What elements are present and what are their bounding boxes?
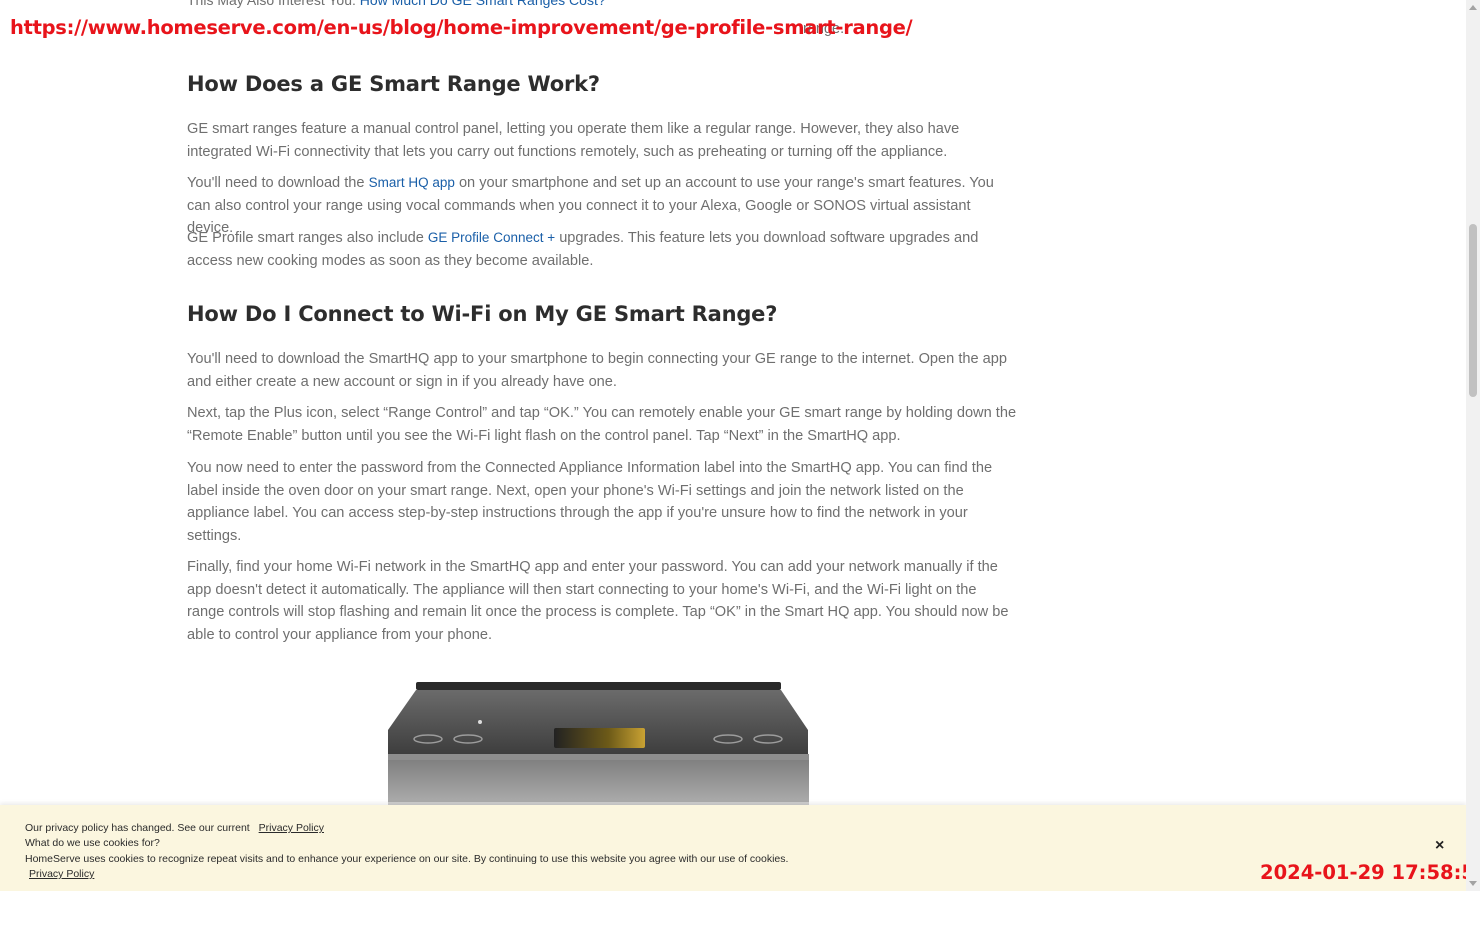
ge-profile-connect-link[interactable]: GE Profile Connect + <box>428 230 555 245</box>
section-heading-wifi: How Do I Connect to Wi-Fi on My GE Smart… <box>187 302 778 326</box>
cookie-policy-line: Our privacy policy has changed. See our … <box>25 822 324 834</box>
vertical-scrollbar[interactable] <box>1466 0 1480 891</box>
paragraph: You'll need to download the SmartHQ app … <box>187 348 1017 393</box>
paragraph: Next, tap the Plus icon, select “Range C… <box>187 402 1017 447</box>
scroll-up-icon[interactable] <box>1469 5 1477 10</box>
paragraph: GE smart ranges feature a manual control… <box>187 118 1017 163</box>
smart-hq-app-link[interactable]: Smart HQ app <box>369 175 455 190</box>
paragraph-text: GE smart ranges feature a manual control… <box>187 121 960 160</box>
related-prefix: This May Also Interest You: <box>187 0 356 8</box>
paragraph-text: Next, tap the Plus icon, select “Range C… <box>187 405 1017 444</box>
related-article-line: This May Also Interest You: How Much Do … <box>187 0 606 8</box>
paragraph-text: You now need to enter the password from … <box>187 460 993 544</box>
paragraph: GE Profile smart ranges also include GE … <box>187 227 1017 272</box>
url-overlay: https://www.homeserve.com/en-us/blog/hom… <box>10 16 913 39</box>
close-icon[interactable]: × <box>1435 837 1444 855</box>
ge-range-image <box>388 682 809 812</box>
cookie-banner: Our privacy policy has changed. See our … <box>0 805 1466 891</box>
paragraph: Finally, find your home Wi-Fi network in… <box>187 556 1017 646</box>
related-article-link[interactable]: How Much Do GE Smart Ranges Cost? <box>360 0 606 8</box>
cookie-question: What do we use cookies for? <box>25 837 160 849</box>
cookie-explanation: HomeServe uses cookies to recognize repe… <box>25 853 789 865</box>
paragraph-text: You'll need to download the <box>187 175 365 191</box>
paragraph: You now need to enter the password from … <box>187 457 1017 547</box>
paragraph-text: GE Profile smart ranges also include <box>187 230 424 246</box>
paragraph-text: Finally, find your home Wi-Fi network in… <box>187 559 1009 643</box>
timestamp-overlay: 2024-01-29 17:58:56 <box>1260 861 1480 884</box>
cookie-privacy-line: Privacy Policy <box>25 868 94 880</box>
scroll-down-icon[interactable] <box>1469 881 1477 886</box>
privacy-policy-link-2[interactable]: Privacy Policy <box>29 868 94 880</box>
paragraph-text: You'll need to download the SmartHQ app … <box>187 351 1008 390</box>
page-viewport: This May Also Interest You: How Much Do … <box>0 0 1466 941</box>
scrollbar-thumb[interactable] <box>1469 224 1477 397</box>
privacy-policy-link[interactable]: Privacy Policy <box>259 822 324 834</box>
cookie-policy-text: Our privacy policy has changed. See our … <box>25 822 250 834</box>
section-heading-how-it-works: How Does a GE Smart Range Work? <box>187 72 600 96</box>
bottom-margin <box>0 891 1480 941</box>
